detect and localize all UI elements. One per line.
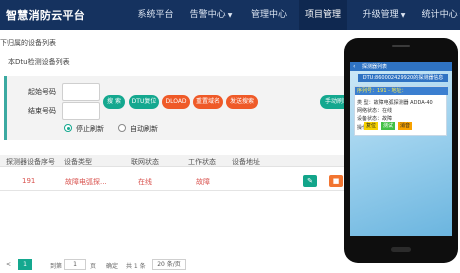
stop-refresh-radio[interactable]: [64, 124, 72, 132]
end-number-label: 结束号码: [28, 107, 56, 115]
phone-reset-button[interactable]: 复位: [364, 122, 378, 130]
reset-domain-button[interactable]: 重置域名: [193, 95, 223, 109]
page-unit-label: 页: [90, 263, 97, 270]
goto-label: 到第: [50, 263, 63, 270]
phone-home-button: [391, 247, 411, 252]
nav-alarm-center[interactable]: 告警中心 ▼: [184, 0, 238, 30]
chevron-down-icon: ▼: [227, 12, 233, 19]
dload-button[interactable]: DLOAD: [162, 95, 190, 109]
phone-test-button[interactable]: 测试: [381, 122, 395, 130]
send-search-button[interactable]: 发送搜索: [226, 95, 258, 109]
total-count: 共 1 条: [126, 263, 146, 270]
card-type: 类 型：故障电弧探测器 ADDA-40: [357, 100, 433, 106]
column-header-work: 工作状态: [188, 158, 216, 166]
stop-refresh-label: 停止刷新: [76, 125, 104, 133]
confirm-page-button[interactable]: 确定: [106, 261, 118, 270]
trash-icon: ■: [332, 177, 340, 185]
row-divider: [0, 190, 346, 191]
start-number-input[interactable]: [62, 83, 100, 101]
page-number-input[interactable]: 1: [64, 259, 86, 270]
cell-network-status: 在线: [138, 178, 152, 186]
current-page[interactable]: 1: [18, 259, 32, 270]
cell-device-type: 故障电弧探...: [65, 178, 107, 186]
start-number-label: 起始号码: [28, 88, 56, 96]
nav-statistics-center[interactable]: 统计中心▼: [416, 0, 460, 30]
edit-row-button[interactable]: ✎: [303, 175, 317, 187]
auto-refresh-label: 自动刷新: [130, 125, 158, 133]
end-number-input[interactable]: [62, 102, 100, 120]
column-header-index: 探测器设备序号: [6, 158, 55, 166]
phone-speaker: [392, 45, 410, 47]
phone-header-bar: ‹ 探测器列表: [350, 62, 452, 71]
nav-system-platform[interactable]: 系统平台: [133, 0, 178, 30]
card-device-status: 设备状态：故障: [357, 116, 393, 122]
delete-row-button[interactable]: ■: [329, 175, 343, 187]
cell-work-status: 故障: [196, 178, 210, 186]
top-navigation-bar: 智慧消防云平台 系统平台 告警中心▼ 管理中心 项目管理 升级管理▼ 统计中心▼: [0, 0, 460, 30]
auto-refresh-radio[interactable]: [118, 124, 126, 132]
card-network-status: 网络状态：在线: [357, 108, 393, 114]
phone-title: 探测器列表: [362, 64, 388, 70]
phone-screen: ‹ 探测器列表 DTU:860002429920的探测器信息 序列号：191 -…: [350, 62, 452, 236]
dtu-reset-button[interactable]: DTU复位: [129, 95, 159, 109]
app-title: 智慧消防云平台: [6, 9, 86, 22]
breadcrumb-device-list: 下归属的设备列表: [0, 39, 56, 47]
prev-page-button[interactable]: <: [6, 261, 11, 268]
pencil-icon: ✎: [307, 177, 313, 185]
nav-management-center[interactable]: 管理中心: [244, 0, 294, 30]
search-button[interactable]: 搜 索: [103, 95, 125, 109]
cell-index: 191: [22, 177, 36, 185]
card-header: 序列号：191 - 地址：: [355, 87, 448, 95]
phone-silence-button[interactable]: 消音: [398, 122, 412, 130]
back-arrow-icon[interactable]: ‹: [353, 63, 355, 70]
column-header-type: 设备类型: [64, 158, 92, 166]
chevron-down-icon: ▼: [400, 12, 406, 19]
nav-upgrade-management[interactable]: 升级管理 ▼: [356, 0, 412, 30]
phone-subtitle: DTU:860002429920的探测器信息: [358, 74, 448, 82]
breadcrumb-dtu-device-list: 本Dtu检测设备列表: [8, 58, 70, 66]
nav-project-management[interactable]: 项目管理: [299, 0, 347, 30]
column-header-address: 设备地址: [232, 158, 260, 166]
page-size-select[interactable]: 20 条/页: [152, 259, 186, 270]
column-header-network: 联网状态: [131, 158, 159, 166]
